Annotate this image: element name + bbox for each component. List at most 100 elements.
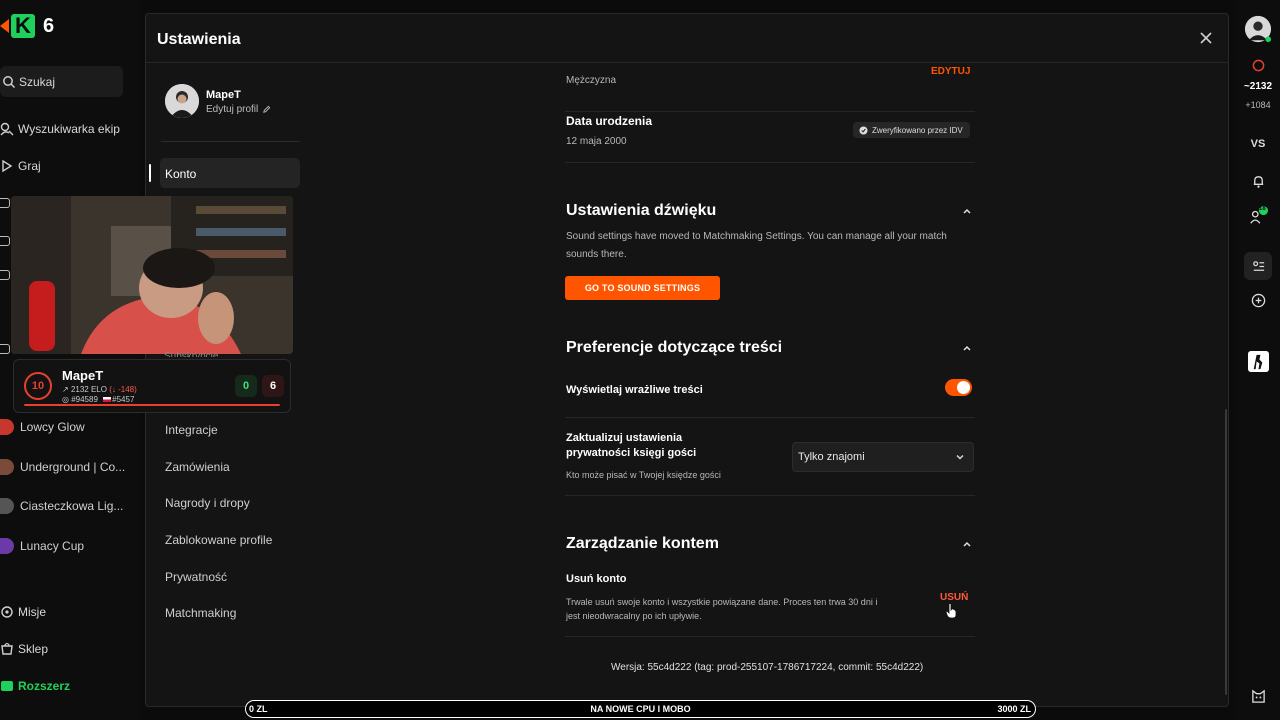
toggle-knob — [957, 381, 970, 394]
divider — [565, 162, 975, 163]
user-avatar[interactable] — [1236, 14, 1280, 44]
sound-section-title: Ustawienia dźwięku — [566, 202, 717, 219]
menu-active-indicator — [149, 164, 151, 182]
rail-bottom-icon[interactable] — [1236, 686, 1280, 706]
close-icon[interactable] — [1198, 30, 1214, 46]
losses-count: 6 — [262, 375, 284, 397]
profile-divider — [161, 141, 300, 142]
guestbook-privacy-value: Tylko znajomi — [798, 451, 865, 463]
club-label: Ciasteczkowa Lig... — [20, 499, 124, 513]
missions-icon — [0, 605, 14, 619]
gender-value: Mężczyzna — [566, 75, 617, 86]
faceit-logo[interactable]: K 6 — [0, 12, 54, 40]
club-avatar — [0, 459, 14, 475]
chevron-up-icon[interactable] — [962, 536, 972, 547]
sidebar-item-missions[interactable]: Misje — [0, 605, 46, 619]
stream-elo-label: ELO — [90, 385, 107, 394]
edit-gender-link[interactable]: EDYTUJ — [931, 66, 970, 77]
verified-badge-label: Zweryfikowano przez IDV — [872, 125, 963, 135]
content-scrollbar[interactable] — [1225, 409, 1227, 695]
account-mgmt-title: Zarządzanie kontem — [566, 535, 719, 552]
sidebar-partial-icon[interactable] — [0, 236, 10, 246]
rail-elo-value: 2132 — [1249, 80, 1273, 92]
sidebar-item-label: Sklep — [18, 642, 49, 656]
settings-menu-account[interactable]: Konto — [165, 167, 196, 181]
settings-menu-privacy[interactable]: Prywatność — [165, 570, 227, 584]
chevron-down-icon — [956, 455, 964, 460]
right-rail: ~2132 +1084 VS 18 — [1236, 0, 1280, 720]
shop-icon — [0, 642, 14, 656]
globe-icon: ◎ — [62, 395, 72, 404]
guestbook-privacy-select[interactable]: Tylko znajomi — [792, 442, 974, 472]
profile-name: MapeT — [206, 89, 241, 101]
club-item[interactable]: Ciasteczkowa Lig... — [0, 498, 123, 514]
donation-goal-bar: 0 ZL NA NOWE CPU I MOBO 3000 ZL — [245, 700, 1036, 718]
settings-menu-matchmaking[interactable]: Matchmaking — [165, 606, 236, 620]
divider — [565, 495, 975, 496]
birthdate-value: 12 maja 2000 — [566, 136, 627, 147]
pencil-icon — [263, 105, 271, 113]
sidebar-item-label: Rozszerz — [18, 679, 71, 693]
logo-k-icon: K — [11, 14, 35, 38]
club-item[interactable]: Lowcy Glow — [0, 419, 85, 435]
rail-elo: ~2132 — [1236, 80, 1280, 92]
divider — [565, 636, 975, 637]
skill-level-badge: 10 — [24, 372, 52, 400]
divider — [565, 111, 975, 112]
stream-elo-value: 2132 — [70, 385, 89, 394]
sidebar-partial-icon[interactable] — [0, 198, 10, 208]
settings-menu-integrations[interactable]: Integracje — [165, 423, 218, 437]
sidebar-item-team-finder[interactable]: Wyszukiwarka ekip — [0, 122, 120, 136]
club-item[interactable]: Lunacy Cup — [0, 538, 84, 554]
settings-menu-rewards[interactable]: Nagrody i dropy — [165, 496, 250, 510]
edit-profile-link[interactable]: Edytuj profil — [206, 104, 271, 115]
club-avatar — [0, 538, 14, 554]
webcam-feed — [11, 196, 293, 354]
modal-header: Ustawienia — [146, 14, 1228, 63]
sensitive-content-toggle[interactable] — [945, 379, 972, 396]
sound-settings-button[interactable]: GO TO SOUND SETTINGS — [565, 276, 720, 300]
stream-elo-change: (↓ -148) — [109, 385, 137, 394]
content-prefs-title: Preferencje dotyczące treści — [566, 339, 783, 356]
friends-button[interactable]: 18 — [1236, 205, 1280, 227]
add-circle-icon[interactable] — [1236, 292, 1280, 308]
sidebar-item-upgrade[interactable]: Rozszerz — [0, 679, 70, 693]
vs-button[interactable]: VS — [1236, 137, 1280, 151]
party-list-icon — [1244, 252, 1272, 280]
bell-icon[interactable] — [1236, 173, 1280, 189]
game-cs-icon[interactable] — [1236, 350, 1280, 372]
hand-cursor-icon — [945, 603, 957, 619]
wins-count: 0 — [235, 375, 257, 397]
club-avatar — [0, 498, 14, 514]
sidebar-partial-icon[interactable] — [0, 344, 10, 354]
sidebar-item-play[interactable]: Graj — [0, 159, 41, 173]
sidebar-search[interactable]: Szukaj — [0, 66, 123, 97]
profile-avatar[interactable] — [165, 84, 199, 118]
sensitive-content-label: Wyświetlaj wrażliwe treści — [566, 384, 703, 396]
upgrade-icon — [0, 679, 14, 693]
delete-account-label: Usuń konto — [566, 573, 627, 585]
sidebar-item-shop[interactable]: Sklep — [0, 642, 48, 656]
sound-desc-line1: Sound settings have moved to Matchmaking… — [566, 231, 947, 242]
search-label: Szukaj — [19, 74, 56, 89]
chevron-up-icon[interactable] — [962, 340, 972, 351]
settings-menu-orders[interactable]: Zamówienia — [165, 460, 230, 474]
team-search-icon — [0, 122, 14, 136]
skill-level-icon[interactable] — [1236, 58, 1280, 72]
hidden-menu-fragment: Subskrypcje — [164, 352, 218, 357]
delete-account-button[interactable]: USUŃ — [940, 592, 968, 603]
settings-menu-blocked[interactable]: Zablokowane profile — [165, 533, 272, 547]
party-list-button[interactable] — [1236, 252, 1280, 280]
sidebar-item-label: Misje — [18, 605, 47, 619]
club-item[interactable]: Underground | Co... — [0, 459, 125, 475]
guestbook-label-line2: prywatności księgi gości — [566, 447, 697, 459]
stream-rank-line: ◎ #94589 #5457 — [62, 395, 134, 404]
sound-desc-line2: sounds there. — [566, 249, 627, 260]
settings-modal: Ustawienia MapeT Edytuj profil Konto Int… — [145, 13, 1229, 707]
chevron-up-icon[interactable] — [962, 203, 972, 214]
sidebar-partial-icon[interactable] — [0, 270, 10, 280]
rail-delta: +1084 — [1245, 100, 1271, 110]
guestbook-desc: Kto może pisać w Twojej księdze gości — [566, 470, 721, 480]
club-label: Underground | Co... — [20, 460, 126, 474]
play-icon — [0, 159, 14, 173]
